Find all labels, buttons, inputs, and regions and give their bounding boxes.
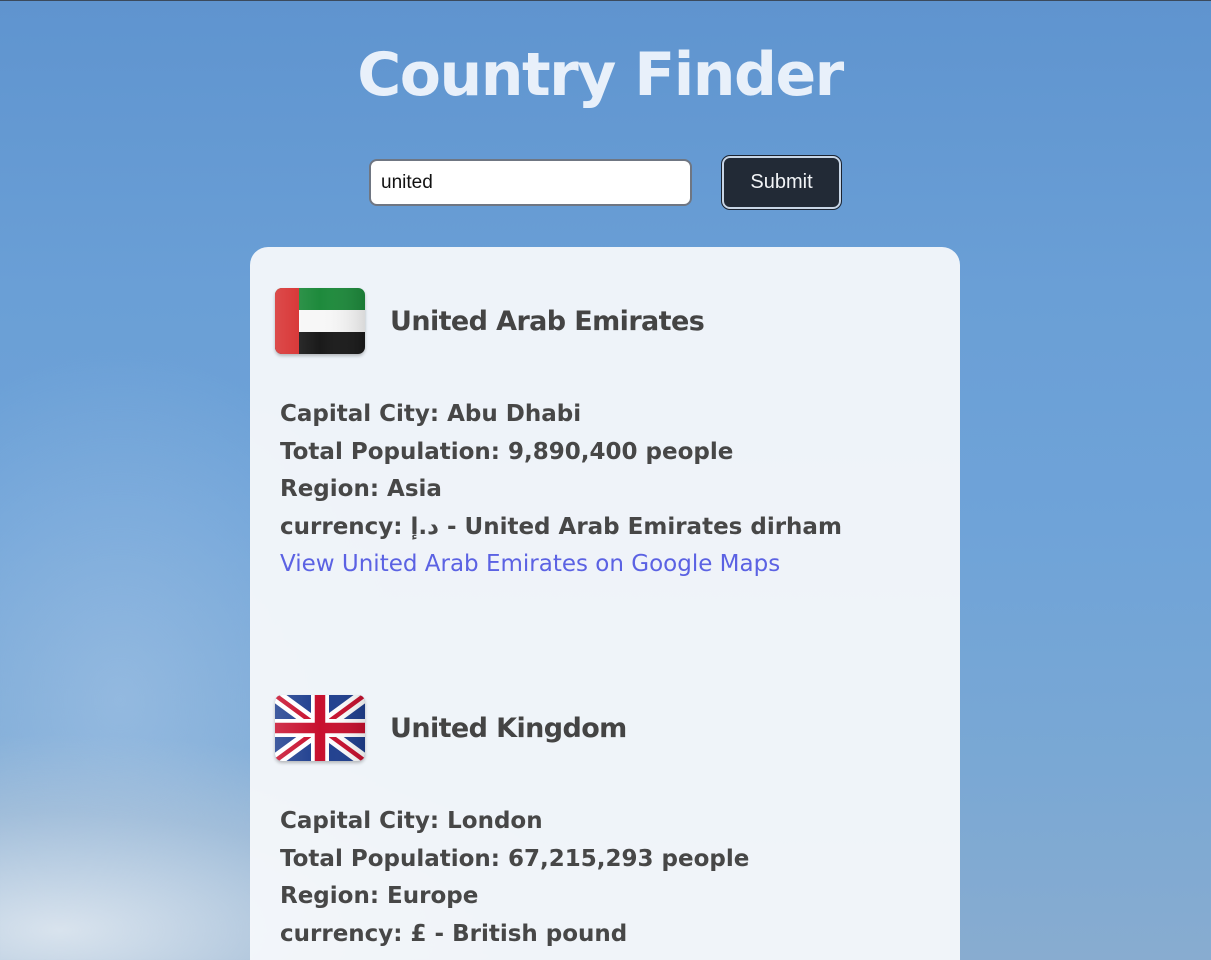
currency-row: currency: £ - British pound xyxy=(280,916,749,954)
population-value: 9,890,400 people xyxy=(508,438,734,465)
region-label: Region: xyxy=(280,883,380,909)
currency-value: د.إ - United Arab Emirates dirham xyxy=(410,513,842,540)
capital-row: Capital City: London xyxy=(280,803,749,841)
currency-label: currency: xyxy=(280,920,403,947)
window-top-border xyxy=(0,0,1211,1)
region-value: Asia xyxy=(387,476,442,502)
region-row: Region: Asia xyxy=(280,471,842,509)
currency-label: currency: xyxy=(280,513,403,540)
country-details: Capital City: Abu Dhabi Total Population… xyxy=(280,396,842,584)
google-maps-link[interactable]: View United Arab Emirates on Google Maps xyxy=(280,546,842,584)
region-row: Region: Europe xyxy=(280,878,749,916)
country-details: Capital City: London Total Population: 6… xyxy=(280,803,749,953)
region-value: Europe xyxy=(387,883,479,909)
capital-row: Capital City: Abu Dhabi xyxy=(280,396,842,434)
population-row: Total Population: 67,215,293 people xyxy=(280,841,749,879)
currency-value: £ - British pound xyxy=(410,920,628,947)
capital-value: London xyxy=(447,808,543,834)
population-label: Total Population: xyxy=(280,845,500,872)
country-name: United Arab Emirates xyxy=(390,306,705,337)
uae-flag-icon xyxy=(275,288,365,354)
results-card: United Arab Emirates Capital City: Abu D… xyxy=(250,247,960,960)
population-row: Total Population: 9,890,400 people xyxy=(280,434,842,472)
population-label: Total Population: xyxy=(280,438,500,465)
region-label: Region: xyxy=(280,476,380,502)
submit-button[interactable]: Submit xyxy=(721,155,842,210)
capital-label: Capital City: xyxy=(280,808,440,834)
currency-row: currency: د.إ - United Arab Emirates dir… xyxy=(280,509,842,547)
country-name: United Kingdom xyxy=(390,713,627,744)
capital-label: Capital City: xyxy=(280,401,440,427)
capital-value: Abu Dhabi xyxy=(447,401,582,427)
population-value: 67,215,293 people xyxy=(508,845,750,872)
page-title: Country Finder xyxy=(357,40,844,110)
uk-flag-icon xyxy=(275,695,365,761)
search-input[interactable] xyxy=(369,159,692,206)
